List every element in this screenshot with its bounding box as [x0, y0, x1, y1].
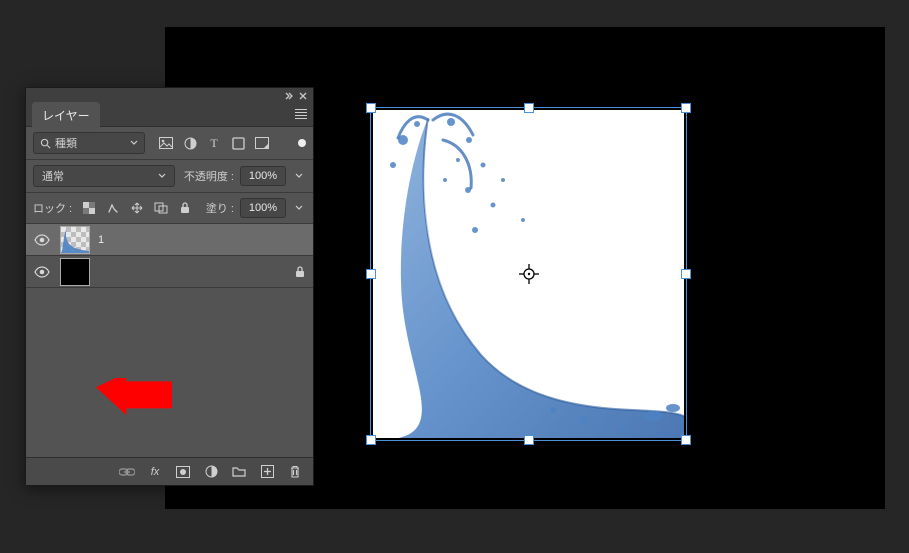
new-group-icon[interactable]: [231, 464, 247, 480]
svg-text:T: T: [210, 137, 218, 149]
opacity-value-input[interactable]: 100%: [240, 166, 286, 186]
layer-item[interactable]: [26, 256, 313, 288]
lock-transparent-pixels-icon[interactable]: [82, 201, 96, 215]
opacity-label: 不透明度 :: [184, 168, 234, 184]
blend-mode-select[interactable]: 通常: [33, 165, 175, 187]
layer-lock-icon[interactable]: [293, 265, 307, 279]
chevron-down-icon[interactable]: [292, 166, 306, 186]
panel-menu-icon[interactable]: [295, 109, 307, 119]
lock-image-pixels-icon[interactable]: [106, 201, 120, 215]
opacity-value: 100%: [249, 170, 277, 182]
filter-shape-icon[interactable]: [231, 136, 245, 150]
fill-label: 塗り :: [206, 200, 234, 216]
delete-layer-icon[interactable]: [287, 464, 303, 480]
placed-image[interactable]: [373, 110, 684, 438]
layer-item[interactable]: 1: [26, 224, 313, 256]
chevron-down-icon: [130, 140, 138, 146]
layer-thumbnail[interactable]: [60, 226, 90, 254]
new-adjustment-layer-icon[interactable]: [203, 464, 219, 480]
lock-artboard-icon[interactable]: [154, 201, 168, 215]
blend-mode-value: 通常: [42, 168, 64, 184]
tab-label: レイヤー: [42, 109, 90, 123]
layer-fx-icon[interactable]: fx: [147, 464, 163, 480]
add-mask-icon[interactable]: [175, 464, 191, 480]
lock-row: ロック : 塗り : 100%: [26, 193, 313, 224]
filter-smartobject-icon[interactable]: [255, 136, 269, 150]
lock-label: ロック :: [33, 200, 72, 216]
lock-icon-group: [82, 201, 192, 215]
annotation-red-arrow: [96, 378, 172, 418]
water-splash-graphic: [373, 110, 684, 438]
panel-close-icon[interactable]: [299, 92, 307, 100]
layer-filter-select[interactable]: 種類: [33, 132, 145, 154]
lock-position-icon[interactable]: [130, 201, 144, 215]
layer-list: 1: [26, 224, 313, 457]
tab-layers[interactable]: レイヤー: [32, 102, 100, 129]
panel-tabs: レイヤー: [26, 102, 313, 126]
panel-body: 種類 T 通常 不透明度 : 100%: [26, 126, 313, 485]
link-layers-icon[interactable]: [119, 464, 135, 480]
fill-value: 100%: [249, 202, 277, 214]
filter-type-icons: T: [159, 136, 269, 150]
chevron-down-icon: [158, 173, 166, 179]
layers-panel: レイヤー 種類 T: [25, 87, 314, 486]
panel-chrome: [26, 88, 313, 102]
search-icon: [40, 138, 51, 149]
panel-collapse-icon[interactable]: [285, 92, 293, 100]
panel-footer: fx: [26, 457, 313, 485]
chevron-down-icon[interactable]: [292, 198, 306, 218]
visibility-eye-icon[interactable]: [32, 262, 52, 282]
filter-label: 種類: [55, 135, 77, 151]
filter-adjustment-icon[interactable]: [183, 136, 197, 150]
layer-filter-row: 種類 T: [26, 127, 313, 160]
filter-type-text-icon[interactable]: T: [207, 136, 221, 150]
visibility-eye-icon[interactable]: [32, 230, 52, 250]
filter-image-icon[interactable]: [159, 136, 173, 150]
new-layer-icon[interactable]: [259, 464, 275, 480]
layer-thumbnail[interactable]: [60, 258, 90, 286]
filter-toggle-icon[interactable]: [298, 139, 306, 147]
blend-mode-row: 通常 不透明度 : 100%: [26, 160, 313, 193]
lock-all-icon[interactable]: [178, 201, 192, 215]
layer-name-label[interactable]: 1: [98, 234, 104, 246]
fill-value-input[interactable]: 100%: [240, 198, 286, 218]
